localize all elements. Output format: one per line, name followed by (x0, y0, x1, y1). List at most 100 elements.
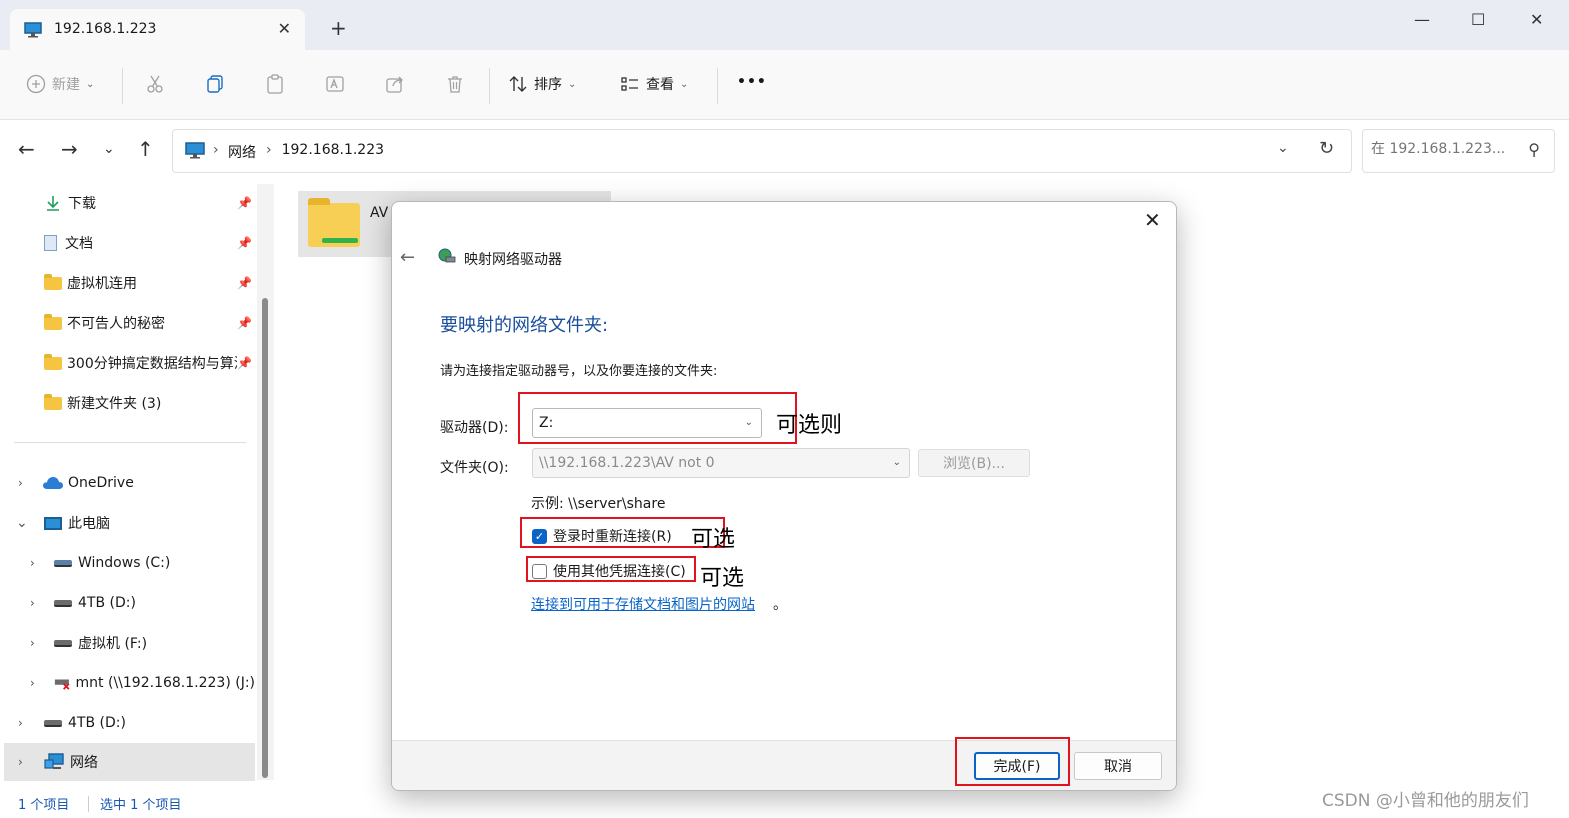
new-tab-button[interactable]: + (330, 18, 347, 38)
sidebar-item-label: 此电脑 (68, 516, 110, 532)
search-input[interactable] (1371, 141, 1521, 157)
website-link[interactable]: 连接到可用于存储文档和图片的网站 (531, 594, 755, 614)
breadcrumb: 网络 › 192.168.1.223 (228, 142, 384, 162)
refresh-icon[interactable]: ↻ (1319, 138, 1334, 159)
breadcrumb-network[interactable]: 网络 (228, 142, 256, 162)
sort-button[interactable]: 排序 ⌄ (508, 74, 576, 94)
pin-icon[interactable]: 📌 (237, 316, 252, 330)
pin-icon[interactable]: 📌 (237, 276, 252, 290)
rename-icon[interactable] (325, 74, 345, 94)
maximize-button[interactable]: ☐ (1471, 10, 1485, 29)
paste-icon[interactable] (265, 74, 285, 94)
sort-caret-icon: ⌄ (568, 78, 577, 90)
chevron-right-icon[interactable]: › (30, 676, 35, 690)
address-dropdown-icon[interactable]: ⌄ (1277, 140, 1289, 156)
sidebar-item-onedrive[interactable]: › OneDrive (0, 464, 255, 502)
pin-icon[interactable]: 📌 (237, 236, 252, 250)
sidebar-item-drive-f[interactable]: › 虚拟机 (F:) (0, 624, 255, 662)
search-box[interactable]: ⚲ (1362, 129, 1555, 173)
sort-label: 排序 (534, 77, 562, 93)
back-button[interactable]: ← (18, 137, 35, 161)
breadcrumb-host[interactable]: 192.168.1.223 (282, 142, 384, 162)
more-options-button[interactable]: ••• (737, 74, 767, 90)
cloud-icon (43, 477, 63, 489)
folder-path-combobox[interactable]: \\192.168.1.223\AV not 0 ⌄ (532, 448, 910, 478)
sort-icon (509, 76, 527, 92)
view-label: 查看 (646, 77, 674, 93)
browse-button[interactable]: 浏览(B)... (918, 449, 1030, 477)
navigation-pane: 下载 📌 文档 📌 虚拟机连用 📌 不可告人的秘密 📌 300分钟搞定数据结构与… (0, 184, 262, 784)
chevron-right-icon[interactable]: › (18, 716, 23, 730)
chevron-right-icon[interactable]: › (30, 636, 35, 650)
cut-icon[interactable] (145, 74, 165, 94)
sidebar-item-documents[interactable]: 文档 📌 (44, 224, 252, 262)
sidebar-item-downloads[interactable]: 下载 📌 (44, 184, 252, 222)
address-bar[interactable]: › 网络 › 192.168.1.223 ⌄ ↻ (172, 129, 1352, 173)
chevron-right-icon[interactable]: › (30, 596, 35, 610)
dialog-title: 映射网络驱动器 (464, 252, 562, 268)
new-button[interactable]: 新建 ⌄ (26, 74, 94, 94)
cancel-button[interactable]: 取消 (1074, 752, 1162, 780)
sidebar-item-drive-d[interactable]: › 4TB (D:) (0, 584, 255, 622)
sidebar-item-label: 虚拟机连用 (67, 276, 137, 292)
sidebar-item-folder[interactable]: 不可告人的秘密 📌 (44, 304, 252, 342)
drive-label: 驱动器(D): (440, 420, 509, 436)
sidebar-item-this-pc[interactable]: ⌄ 此电脑 (0, 504, 255, 542)
sidebar-item-label: 下载 (68, 196, 96, 212)
tab-close-icon[interactable]: ✕ (278, 19, 291, 38)
sidebar-item-drive-c[interactable]: › Windows (C:) (0, 544, 255, 582)
chevron-right-icon[interactable]: › (18, 476, 23, 490)
toolbar-divider (489, 68, 490, 104)
dialog-close-button[interactable]: ✕ (1144, 208, 1161, 232)
breadcrumb-separator: › (213, 142, 219, 158)
view-button[interactable]: 查看 ⌄ (620, 74, 688, 94)
map-drive-icon (438, 248, 456, 263)
sidebar-item-folder[interactable]: 300分钟搞定数据结构与算法 📌 (44, 344, 252, 382)
drive-icon (54, 639, 72, 647)
dialog-description: 请为连接指定驱动器号，以及你要连接的文件夹: (440, 364, 718, 379)
network-computer-icon (185, 142, 205, 159)
sidebar-item-network-drive-j[interactable]: › mnt (\\192.168.1.223) (J:) (0, 664, 255, 702)
close-window-button[interactable]: ✕ (1530, 10, 1543, 29)
folder-icon (44, 393, 62, 410)
sidebar-item-label: Windows (C:) (78, 555, 171, 571)
sidebar-item-folder[interactable]: 虚拟机连用 📌 (44, 264, 252, 302)
minimize-button[interactable]: — (1414, 10, 1430, 29)
folder-icon (44, 273, 62, 290)
sidebar-item-label: OneDrive (68, 475, 134, 491)
more-icon: ••• (737, 74, 767, 90)
folder-name: AV (370, 205, 389, 221)
selected-count: 选中 1 个项目 (100, 798, 182, 813)
breadcrumb-separator: › (266, 142, 272, 158)
annotation-drive-note: 可选则 (776, 413, 843, 438)
pin-icon[interactable]: 📌 (237, 196, 252, 210)
share-icon[interactable] (385, 74, 405, 94)
copy-icon[interactable] (205, 74, 225, 94)
watermark: CSDN @小曾和他的朋友们 (1322, 791, 1529, 811)
title-bar: 192.168.1.223 ✕ + — ☐ ✕ (0, 0, 1569, 50)
annotation-box-drive (518, 392, 797, 444)
search-icon[interactable]: ⚲ (1528, 140, 1540, 159)
sidebar-item-drive-d-root[interactable]: › 4TB (D:) (0, 704, 255, 742)
sidebar-scrollbar[interactable] (257, 184, 274, 780)
sidebar-item-folder[interactable]: 新建文件夹 (3) (44, 384, 252, 422)
folder-path-value: \\192.168.1.223\AV not 0 (539, 455, 715, 471)
command-bar: 新建 ⌄ 排序 ⌄ 查看 ⌄ ••• (0, 50, 1569, 120)
chevron-right-icon[interactable]: › (18, 755, 23, 769)
delete-icon[interactable] (445, 74, 465, 94)
view-caret-icon: ⌄ (680, 78, 689, 90)
chevron-right-icon[interactable]: › (30, 556, 35, 570)
recent-locations-button[interactable]: ⌄ (103, 137, 115, 161)
up-button[interactable]: ↑ (137, 137, 154, 161)
dialog-back-button[interactable]: ← (400, 247, 415, 268)
view-icon (621, 77, 638, 91)
scrollbar-thumb[interactable] (262, 298, 268, 778)
pin-icon[interactable]: 📌 (237, 356, 252, 370)
chevron-down-icon[interactable]: ⌄ (16, 515, 28, 531)
sidebar-item-label: 4TB (D:) (68, 715, 126, 731)
sidebar-divider (14, 442, 246, 443)
tab-current[interactable]: 192.168.1.223 ✕ (10, 9, 305, 50)
sidebar-item-network[interactable]: › 网络 (4, 743, 255, 781)
forward-button[interactable]: → (61, 137, 78, 161)
sidebar-item-label: 网络 (70, 755, 98, 771)
